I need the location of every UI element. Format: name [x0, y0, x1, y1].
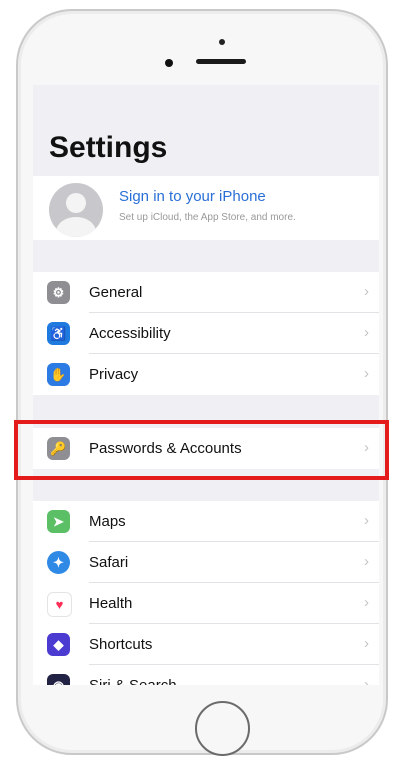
- chevron-right-icon: ›: [364, 365, 369, 382]
- chevron-right-icon: ›: [364, 594, 369, 611]
- shortcuts-icon: ◆: [47, 633, 70, 656]
- profile-signin-row[interactable]: Sign in to your iPhone Set up iCloud, th…: [33, 176, 379, 240]
- row-label: Siri & Search: [89, 677, 177, 685]
- maps-icon: ➤: [47, 510, 70, 533]
- row-label: Shortcuts: [89, 636, 153, 653]
- settings-row-privacy[interactable]: ✋ Privacy ›: [33, 354, 379, 395]
- settings-row-shortcuts[interactable]: ◆ Shortcuts ›: [33, 624, 379, 665]
- settings-row-health[interactable]: ♥ Health ›: [33, 583, 379, 624]
- proximity-sensor: [219, 39, 225, 45]
- home-button[interactable]: [195, 701, 250, 756]
- avatar: [49, 183, 103, 237]
- settings-screen: Settings Sign in to your iPhone Set up i…: [33, 85, 379, 685]
- row-label: General: [89, 284, 143, 301]
- siri-icon: ◉: [47, 674, 70, 685]
- chevron-right-icon: ›: [364, 324, 369, 341]
- settings-row-maps[interactable]: ➤ Maps ›: [33, 501, 379, 542]
- settings-group-1: ⚙ General › ♿ Accessibility › ✋ Privacy …: [33, 272, 379, 395]
- chevron-right-icon: ›: [364, 512, 369, 529]
- chevron-right-icon: ›: [364, 635, 369, 652]
- row-label: Safari: [89, 554, 129, 571]
- settings-row-accessibility[interactable]: ♿ Accessibility ›: [33, 313, 379, 354]
- highlight-box: [14, 420, 389, 480]
- settings-row-general[interactable]: ⚙ General ›: [33, 272, 379, 313]
- accessibility-icon: ♿: [47, 322, 70, 345]
- compass-icon: ✦: [47, 551, 70, 574]
- row-label: Maps: [89, 513, 126, 530]
- chevron-right-icon: ›: [364, 553, 369, 570]
- chevron-right-icon: ›: [364, 676, 369, 685]
- chevron-right-icon: ›: [364, 283, 369, 300]
- signin-subtitle: Set up iCloud, the App Store, and more.: [119, 212, 296, 223]
- front-camera: [165, 59, 173, 67]
- row-label: Privacy: [89, 366, 139, 383]
- signin-link[interactable]: Sign in to your iPhone: [119, 188, 266, 205]
- row-label: Health: [89, 595, 133, 612]
- page-title: Settings: [49, 131, 168, 164]
- earpiece-speaker: [196, 59, 246, 64]
- hand-icon: ✋: [47, 363, 70, 386]
- row-label: Accessibility: [89, 325, 171, 342]
- gear-icon: ⚙: [47, 281, 70, 304]
- settings-row-siri-search[interactable]: ◉ Siri & Search ›: [33, 665, 379, 685]
- settings-group-3: ➤ Maps › ✦ Safari › ♥ Health › ◆ Shortcu…: [33, 501, 379, 685]
- settings-row-safari[interactable]: ✦ Safari ›: [33, 542, 379, 583]
- heart-icon: ♥: [47, 592, 72, 617]
